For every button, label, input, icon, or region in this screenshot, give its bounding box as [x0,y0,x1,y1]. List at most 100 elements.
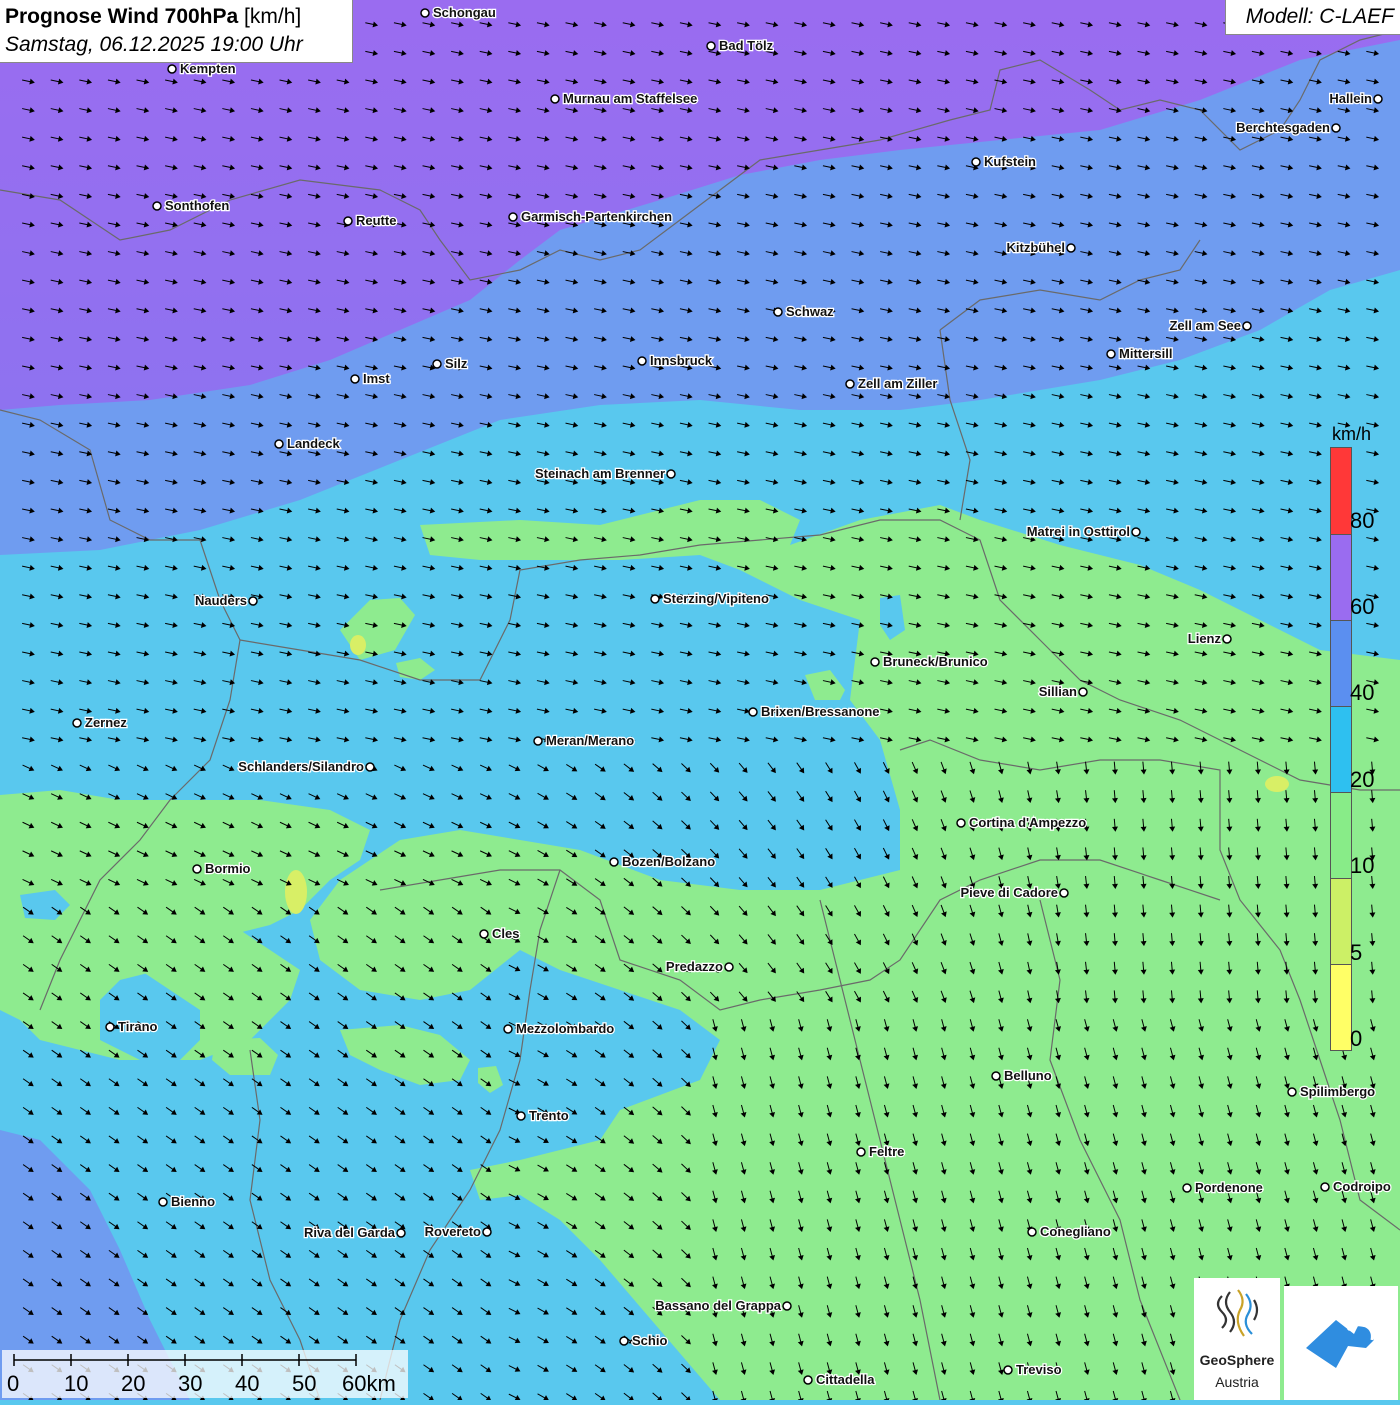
city-bozen-bolzano: Bozen/Bolzano [609,853,716,870]
city-predazzo: Predazzo [665,958,734,975]
city-dot [432,359,442,369]
city-dot [803,1375,813,1385]
city-label: Nauders [195,593,247,608]
city-label: Treviso [1016,1362,1062,1377]
city-dot [1222,634,1232,644]
city-dot [105,1022,115,1032]
city-dot [1331,123,1341,133]
legend-tick-label: 40 [1350,680,1375,705]
map-title-main: Prognose Wind 700hPa [5,5,239,28]
city-label: Trento [529,1108,569,1123]
city-label: Murnau am Staffelsee [563,91,697,106]
city-bassano-del-grappa: Bassano del Grappa [654,1297,792,1314]
city-sterzing-vipiteno: Sterzing/Vipiteno [650,590,770,607]
city-schongau: Schongau [420,4,497,21]
city-innsbruck: Innsbruck [637,352,714,369]
legend-color-segment [1331,706,1351,792]
city-dot [343,216,353,226]
city-kitzb-hel: Kitzbühel [1005,239,1076,256]
city-schlanders-silandro: Schlanders/Silandro [237,758,375,775]
city-label: Reutte [356,213,396,228]
city-dot [1066,243,1076,253]
city-dot [1131,527,1141,537]
city-dot [533,736,543,746]
legend-color-segment [1331,534,1351,620]
city-label: Steinach am Brenner [535,466,665,481]
city-label: Meran/Merano [546,733,634,748]
city-dot [350,374,360,384]
city-dot [971,157,981,167]
scale-label: 50 [292,1371,317,1396]
city-dot [1059,888,1069,898]
scale-label: 20 [121,1371,146,1396]
cloud-arrow-logo-icon [1306,1320,1374,1368]
scale-label: 40 [235,1371,260,1396]
city-dot [666,469,676,479]
legend-tick-label: 5 [1350,940,1363,965]
city-label: Brixen/Bressanone [761,704,880,719]
city-label: Imst [363,371,390,386]
city-garmisch-partenkirchen: Garmisch-Partenkirchen [508,208,673,225]
city-dot [1027,1227,1037,1237]
city-label: Lienz [1188,631,1222,646]
city-dot [1287,1087,1297,1097]
legend-color-segment [1331,964,1351,1050]
legend-tick-label: 10 [1350,853,1375,878]
city-dot [516,1111,526,1121]
city-dot [650,594,660,604]
city-conegliano: Conegliano [1027,1223,1112,1240]
model-name: Modell: C-LAEF [1245,5,1394,28]
city-murnau-am-staffelsee: Murnau am Staffelsee [550,90,699,107]
city-label: Innsbruck [650,353,713,368]
legend-unit: km/h [1332,424,1372,444]
city-dot [609,857,619,867]
city-label: Schwaz [786,304,834,319]
city-dot [1182,1183,1192,1193]
city-dot [396,1228,406,1238]
city-label: Riva del Garda [304,1225,396,1240]
wind-zone-5-10-spot-2 [350,635,366,655]
city-dot [1373,94,1383,104]
city-bruneck-brunico: Bruneck/Brunico [870,653,989,670]
city-berchtesgaden: Berchtesgaden [1235,119,1341,136]
city-label: Kufstein [984,154,1036,169]
geosphere-emblem-icon [1216,1289,1259,1337]
scale-label: 0 [7,1371,20,1396]
city-label: Hallein [1329,91,1372,106]
city-label: Landeck [287,436,341,451]
city-label: Berchtesgaden [1236,120,1330,135]
city-dot [991,1071,1001,1081]
city-mezzolombardo: Mezzolombardo [503,1020,616,1037]
city-dot [482,1227,492,1237]
city-label: Sonthofen [165,198,229,213]
city-dot [365,762,375,772]
city-label: Bruneck/Brunico [883,654,988,669]
city-label: Pieve di Cadore [960,885,1058,900]
city-dot [152,201,162,211]
city-dot [479,929,489,939]
legend-tick-label: 0 [1350,1026,1363,1051]
city-dot [1078,687,1088,697]
city-dot [550,94,560,104]
city-label: Matrei in Osttirol [1027,524,1130,539]
city-label: Codroipo [1333,1179,1391,1194]
model-box: Modell: C-LAEF [1225,0,1400,35]
city-label: Sterzing/Vipiteno [663,591,769,606]
city-zell-am-ziller: Zell am Ziller [845,375,939,392]
city-label: Mittersill [1119,346,1172,361]
city-dot [956,818,966,828]
legend-tick-label: 80 [1350,508,1375,533]
city-steinach-am-brenner: Steinach am Brenner [534,465,676,482]
legend-color-segment [1331,792,1351,878]
city-label: Zell am Ziller [858,376,937,391]
city-dot [508,212,518,222]
city-zell-am-see: Zell am See [1168,317,1252,334]
city-pieve-di-cadore: Pieve di Cadore [959,884,1069,901]
city-label: Cittadella [816,1372,875,1387]
city-dot [192,864,202,874]
city-dot [706,41,716,51]
city-label: Bienno [171,1194,215,1209]
city-label: Rovereto [425,1224,481,1239]
city-label: Cles [492,926,519,941]
city-brixen-bressanone: Brixen/Bressanone [748,703,881,720]
